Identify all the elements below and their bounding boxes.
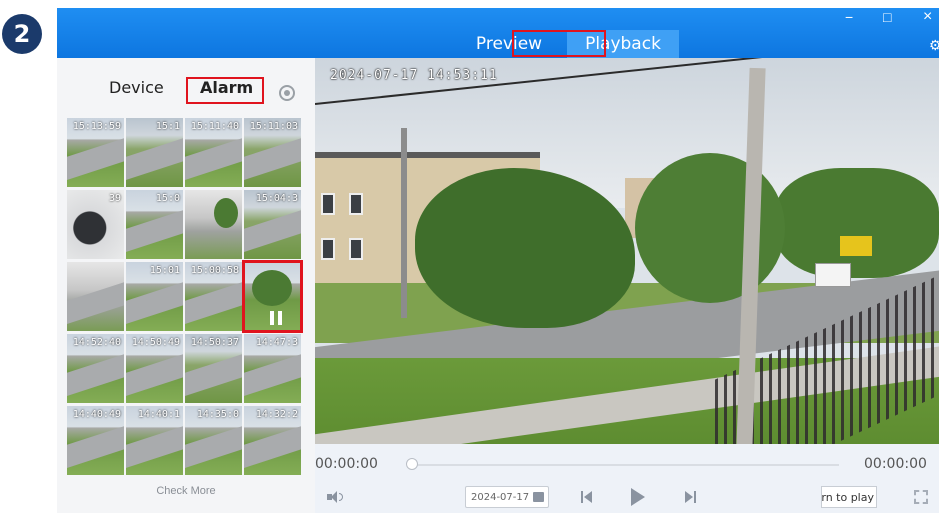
gear-icon[interactable]: ⚙ (929, 38, 939, 52)
alarm-thumbnail[interactable]: 15:1 (126, 118, 183, 187)
title-bar: Preview Playback − □ × ⚙ (57, 8, 939, 58)
pause-icon (270, 311, 292, 325)
alarm-thumbnail[interactable] (67, 262, 124, 331)
timeline-track[interactable] (411, 464, 839, 466)
turn-to-play-button[interactable]: rn to play (821, 486, 877, 508)
alarm-thumbnail[interactable]: 14:40:1 (126, 406, 183, 475)
check-more-link[interactable]: Check More (57, 485, 315, 497)
alarm-thumbnail[interactable]: 15:01 (126, 262, 183, 331)
alarm-thumbnail[interactable]: 15:0 (126, 190, 183, 259)
calendar-icon[interactable] (533, 492, 544, 502)
next-icon[interactable] (685, 491, 697, 503)
speaker-icon[interactable] (327, 491, 343, 503)
play-icon[interactable] (631, 488, 645, 506)
tab-playback[interactable]: Playback (567, 30, 679, 58)
playback-controls: 00:00:00 00:00:00 2024-07-17 rn to play (315, 444, 939, 513)
alarm-thumbnail[interactable]: 14:50:49 (126, 334, 183, 403)
tab-preview[interactable]: Preview (461, 30, 557, 58)
close-icon[interactable]: × (923, 9, 932, 25)
date-picker[interactable]: 2024-07-17 (465, 486, 549, 508)
prev-icon[interactable] (581, 491, 593, 503)
timeline-knob[interactable] (406, 458, 418, 470)
alarm-thumbnail[interactable]: 14:40:49 (67, 406, 124, 475)
alarm-thumbnail[interactable]: 15:11:40 (185, 118, 242, 187)
video-timestamp: 2024-07-17 14:53:11 (330, 68, 498, 83)
alarm-thumbnail[interactable]: 14:50:37 (185, 334, 242, 403)
alarm-thumbnail[interactable] (185, 190, 242, 259)
alarm-thumbnail[interactable]: 14:32:2 (244, 406, 301, 475)
video-player[interactable]: 2024-07-17 14:53:11 (315, 58, 939, 444)
alarm-thumbnail-grid: 15:13:59 15:1 15:11:40 15:11:03 39 15:0 … (67, 118, 303, 475)
alarm-thumbnail[interactable]: 15:00:58 (185, 262, 242, 331)
alarm-thumbnail[interactable]: 39 (67, 190, 124, 259)
alarm-thumbnail[interactable]: 14:52:40 (67, 334, 124, 403)
alarm-sidebar: Device Alarm 15:13:59 15:1 15:11:40 15:1… (57, 58, 315, 513)
date-value: 2024-07-17 (471, 491, 530, 503)
alarm-thumbnail[interactable]: 15:04:3 (244, 190, 301, 259)
alarm-thumbnail[interactable]: 15:13:59 (67, 118, 124, 187)
minimize-icon[interactable]: − (845, 10, 853, 24)
fullscreen-icon[interactable] (914, 490, 928, 504)
refresh-icon[interactable] (279, 85, 295, 101)
alarm-thumbnail-selected[interactable] (242, 260, 303, 333)
time-end: 00:00:00 (864, 456, 927, 472)
alarm-thumbnail[interactable]: 15:11:03 (244, 118, 301, 187)
alarm-thumbnail[interactable]: 14:47:3 (244, 334, 301, 403)
step-badge: 2 (2, 14, 42, 54)
time-start: 00:00:00 (315, 456, 378, 472)
app-window: 2 Preview Playback − □ × ⚙ Device Alarm … (0, 0, 939, 513)
tab-device[interactable]: Device (109, 78, 164, 97)
alarm-thumbnail[interactable]: 14:35:0 (185, 406, 242, 475)
maximize-icon[interactable]: □ (883, 10, 891, 24)
tab-alarm[interactable]: Alarm (200, 78, 253, 97)
